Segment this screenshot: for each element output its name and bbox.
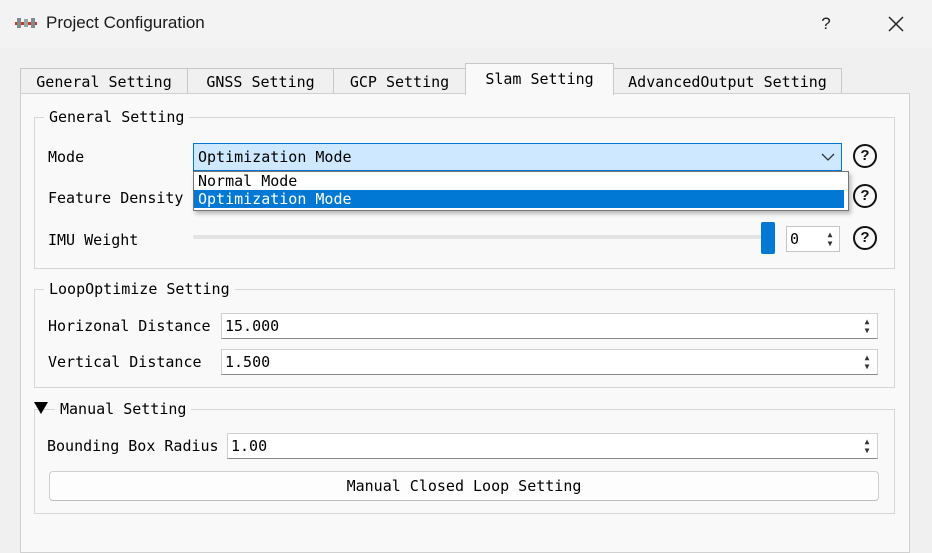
imu-weight-help-icon[interactable]: ? (853, 226, 877, 250)
feature-density-label: Feature Density (48, 189, 184, 207)
close-icon (888, 16, 904, 32)
vertical-distance-label: Vertical Distance (48, 353, 202, 371)
close-button[interactable] (872, 6, 920, 42)
tab-slam-setting[interactable]: Slam Setting (465, 63, 614, 95)
vertical-distance-value: 1.500 (225, 353, 271, 371)
imu-weight-slider-handle[interactable] (761, 222, 775, 254)
title-bar: Project Configuration ? (0, 0, 932, 48)
window-title: Project Configuration (46, 13, 205, 32)
vertical-distance-field[interactable]: 1.500 ▲ ▼ (221, 349, 878, 375)
chevron-down-icon (821, 153, 835, 161)
spin-arrows-icon[interactable]: ▲ ▼ (825, 230, 835, 248)
mode-help-icon[interactable]: ? (853, 144, 877, 168)
collapse-triangle-icon[interactable] (34, 402, 48, 414)
imu-weight-slider-track[interactable] (193, 235, 763, 239)
spin-arrows-icon[interactable]: ▲ ▼ (862, 353, 872, 371)
manual-setting-group-title[interactable]: Manual Setting (55, 400, 192, 418)
mode-dropdown-list: Normal Mode Optimization Mode (193, 171, 849, 211)
loopoptimize-setting-group-title: LoopOptimize Setting (44, 280, 235, 298)
manual-closed-loop-setting-button[interactable]: Manual Closed Loop Setting (49, 471, 879, 501)
bounding-box-radius-field[interactable]: 1.00 ▲ ▼ (227, 433, 878, 459)
bounding-box-radius-value: 1.00 (231, 437, 268, 455)
mode-option-normal[interactable]: Normal Mode (194, 172, 844, 190)
tab-gcp-setting[interactable]: GCP Setting (333, 68, 466, 94)
imu-weight-label: IMU Weight (48, 231, 139, 249)
help-button[interactable]: ? (806, 6, 846, 42)
horizontal-distance-value: 15.000 (225, 317, 280, 335)
tab-gnss-setting[interactable]: GNSS Setting (187, 68, 334, 94)
mode-label: Mode (48, 148, 85, 166)
horizontal-distance-field[interactable]: 15.000 ▲ ▼ (221, 313, 878, 339)
feature-density-help-icon[interactable]: ? (853, 184, 877, 208)
spin-arrows-icon[interactable]: ▲ ▼ (862, 317, 872, 335)
imu-weight-value: 0 (790, 230, 800, 248)
tab-advancedoutput-setting[interactable]: AdvancedOutput Setting (613, 68, 842, 94)
tab-general-setting[interactable]: General Setting (20, 68, 188, 94)
mode-option-optimization[interactable]: Optimization Mode (194, 190, 844, 208)
mode-combobox[interactable]: Optimization Mode (193, 143, 842, 171)
imu-weight-spinbox[interactable]: 0 ▲ ▼ (786, 226, 840, 252)
horizontal-distance-label: Horizonal Distance (48, 317, 211, 335)
bounding-box-radius-label: Bounding Box Radius (47, 437, 219, 455)
app-icon (15, 18, 37, 28)
general-setting-group-title: General Setting (44, 108, 190, 126)
spin-arrows-icon[interactable]: ▲ ▼ (862, 437, 872, 455)
mode-combobox-value: Optimization Mode (198, 148, 352, 166)
